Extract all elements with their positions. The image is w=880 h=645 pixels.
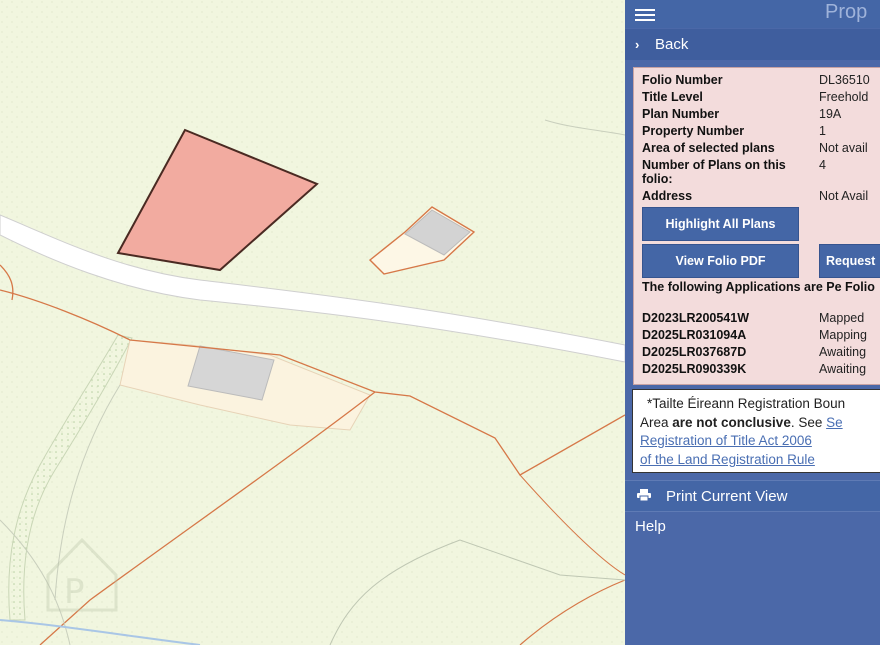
title-level-value: Freehold xyxy=(819,90,869,104)
address-label: Address xyxy=(642,189,693,203)
land-registration-rules-link[interactable]: of the Land Registration Rule xyxy=(640,452,815,467)
applications-heading: The following Applications are Pe Folio xyxy=(642,280,875,294)
notice-text: . See xyxy=(790,415,827,430)
panel-title: Prop xyxy=(825,1,868,23)
plan-number-value: 19A xyxy=(819,107,842,121)
menu-icon[interactable] xyxy=(635,6,655,22)
printer-icon xyxy=(637,489,651,501)
request-button[interactable]: Request xyxy=(819,244,880,278)
folio-number-label: Folio Number xyxy=(642,73,723,87)
highlight-all-plans-button[interactable]: Highlight All Plans xyxy=(642,207,799,241)
property-number-value: 1 xyxy=(819,124,826,138)
notice-line-3: Registration of Title Act 2006 xyxy=(640,433,812,448)
side-panel: Prop › Back Folio Number DL36510 Title L… xyxy=(625,0,880,645)
map-canvas[interactable]: P xyxy=(0,0,625,645)
notice-link[interactable]: Se xyxy=(826,415,843,430)
notice-line-4: of the Land Registration Rule xyxy=(640,452,815,467)
notice-line-1: *Tailte Éireann Registration Boun xyxy=(647,396,846,411)
plan-number-label: Plan Number xyxy=(642,107,720,121)
chevron-right-icon: › xyxy=(635,37,640,52)
application-status: Awaiting xyxy=(819,362,867,376)
property-number-label: Property Number xyxy=(642,124,745,138)
panel-header: Prop xyxy=(625,0,880,28)
application-status: Mapped xyxy=(819,311,865,325)
area-value: Not avail xyxy=(819,141,868,155)
print-current-view-button[interactable]: Print Current View xyxy=(625,480,880,512)
notice-line-2: Area are not conclusive. See Se xyxy=(640,415,843,430)
back-button[interactable]: › Back xyxy=(625,29,880,60)
registration-act-link[interactable]: Registration of Title Act 2006 xyxy=(640,433,812,448)
notice-text: Area xyxy=(640,415,673,430)
title-level-label: Title Level xyxy=(642,90,703,104)
folio-details: Folio Number DL36510 Title Level Freehol… xyxy=(633,67,880,385)
notice-bold-text: are not conclusive xyxy=(672,415,791,430)
application-status: Awaiting xyxy=(819,345,867,359)
help-link[interactable]: Help xyxy=(635,518,666,535)
map-view[interactable]: P xyxy=(0,0,625,645)
disclaimer-notice: *Tailte Éireann Registration Boun Area a… xyxy=(632,389,880,473)
svg-text:P: P xyxy=(64,572,85,612)
application-id: D2025LR037687D xyxy=(642,345,747,359)
folio-number-value: DL36510 xyxy=(819,73,870,87)
plans-count-value: 4 xyxy=(819,158,826,172)
view-folio-pdf-button[interactable]: View Folio PDF xyxy=(642,244,799,278)
plans-count-label: Number of Plans on this folio: xyxy=(642,158,786,186)
print-label: Print Current View xyxy=(666,488,788,505)
back-label: Back xyxy=(655,36,689,53)
area-label: Area of selected plans xyxy=(642,141,775,155)
application-id: D2023LR200541W xyxy=(642,311,750,325)
application-id: D2025LR031094A xyxy=(642,328,747,342)
address-value: Not Avail xyxy=(819,189,869,203)
application-status: Mapping xyxy=(819,328,867,342)
application-id: D2025LR090339K xyxy=(642,362,747,376)
